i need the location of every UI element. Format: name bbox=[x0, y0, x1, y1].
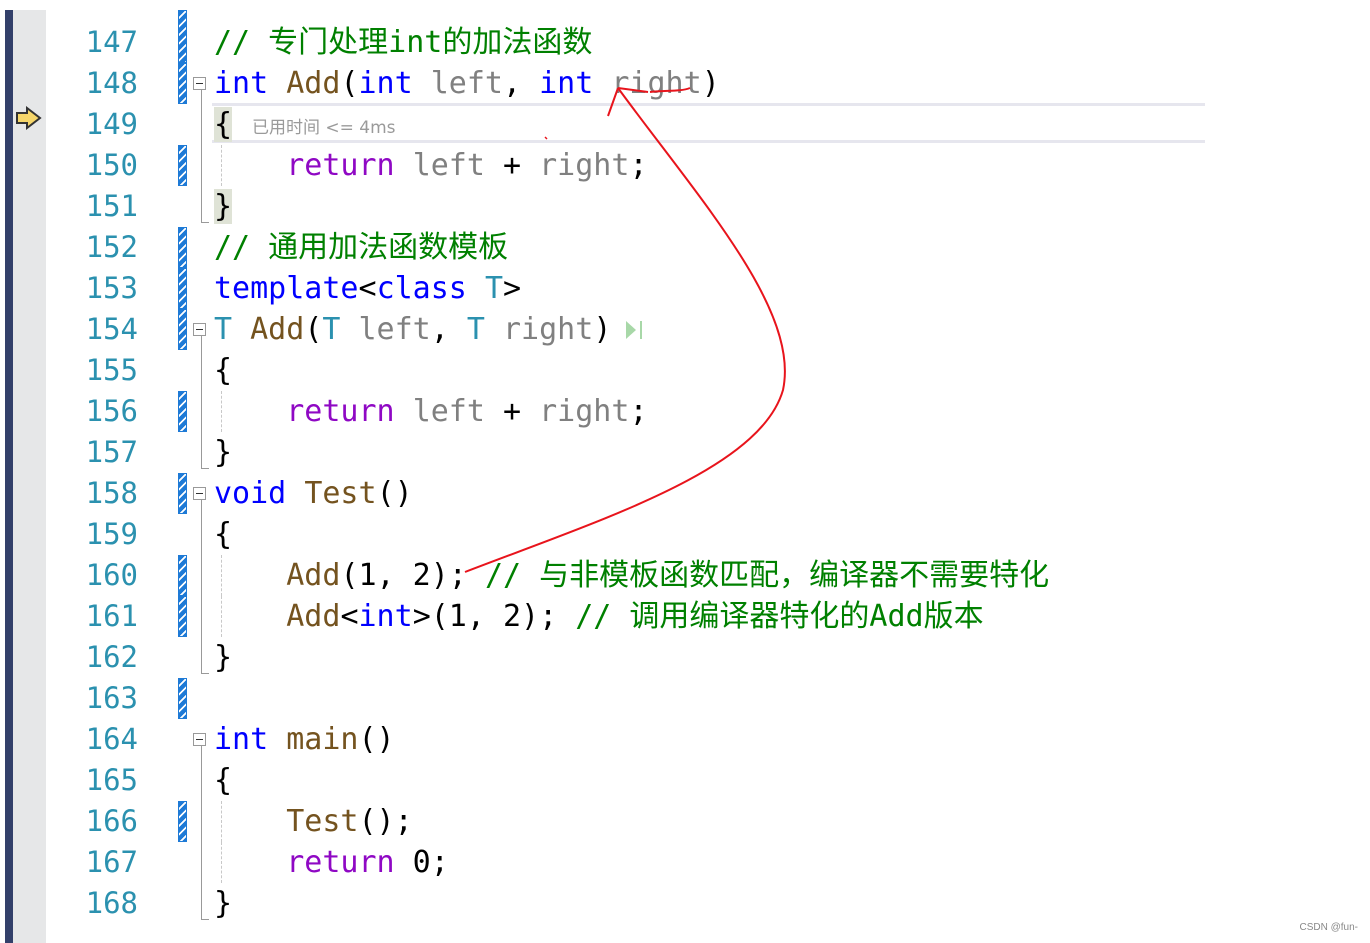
watermark: CSDN @fun- bbox=[1299, 922, 1359, 933]
red-annotation-arrow bbox=[464, 87, 786, 573]
